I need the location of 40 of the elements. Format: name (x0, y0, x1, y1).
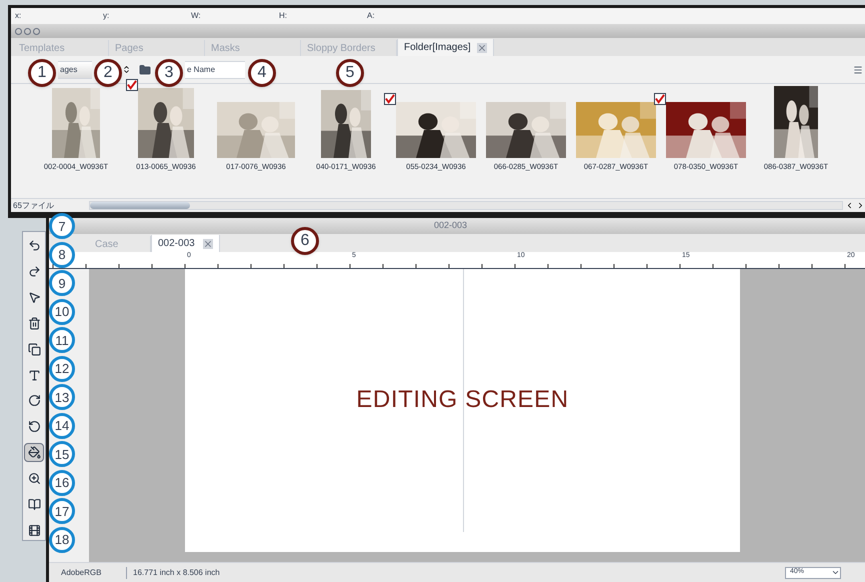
zoom-icon (28, 472, 40, 486)
text-tool-icon (28, 368, 40, 382)
film-icon (28, 524, 40, 538)
tool-button[interactable] (24, 443, 44, 462)
stepper-icon[interactable] (122, 65, 131, 74)
folder-icon (139, 64, 151, 76)
color-profile: AdobeRGB (61, 566, 127, 578)
paint-bucket-icon (28, 446, 40, 460)
pointer-icon (28, 290, 40, 304)
rotate-icon (28, 420, 40, 434)
caret-icon (831, 568, 840, 577)
document-tab[interactable]: 002-003 (151, 235, 220, 252)
trash-icon (28, 316, 40, 330)
scroll-right-icon[interactable] (856, 201, 865, 210)
file-count: 65ファイル (12, 200, 55, 212)
scroll-thumb[interactable] (90, 202, 190, 209)
scrollbar[interactable] (89, 201, 843, 210)
scroll-left-icon[interactable] (845, 201, 854, 210)
coordinate-label: W: (191, 10, 202, 22)
rotate-icon (28, 394, 40, 408)
checkbox[interactable] (384, 92, 396, 105)
panel-tab[interactable]: Folder[Images] (397, 39, 494, 56)
page-size: 16.771 inch x 8.506 inch (132, 566, 220, 578)
coordinate-label: A: (367, 10, 376, 22)
close-icon[interactable] (202, 238, 213, 248)
coordinate-label: x: (15, 10, 22, 22)
redo-icon (28, 264, 40, 278)
checkbox[interactable] (654, 92, 666, 105)
sort-dropdown[interactable]: e Name (185, 60, 245, 78)
overlay-title: EDITING SCREEN (356, 384, 569, 414)
shapes-icon (28, 342, 40, 356)
window-title: 002-003 (434, 219, 468, 232)
checkbox[interactable] (126, 78, 138, 91)
book-icon (28, 498, 40, 512)
folder-dropdown[interactable]: ages (58, 60, 92, 78)
menu-icon[interactable] (853, 64, 863, 74)
undo-icon (28, 238, 40, 252)
coordinate-label: H: (279, 10, 288, 22)
close-icon[interactable] (476, 42, 487, 52)
coordinate-label: y: (103, 10, 110, 22)
